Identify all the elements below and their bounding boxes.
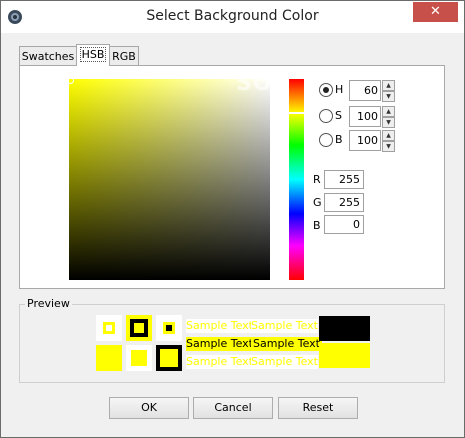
preview-yellow-block [319, 343, 370, 368]
brightness-spinner[interactable]: ▲ ▼ [382, 130, 395, 152]
sample-text-4: Sample Text [251, 337, 322, 351]
red-value: 255 [324, 170, 364, 189]
hue-slider-thumb[interactable] [288, 112, 305, 114]
hue-down-arrow-icon[interactable]: ▼ [382, 91, 395, 102]
saturation-down-arrow-icon[interactable]: ▼ [382, 117, 395, 128]
preview-swatch-1 [96, 315, 122, 341]
saturation-spinner[interactable]: ▲ ▼ [382, 106, 395, 128]
preview-swatch-6 [156, 345, 182, 371]
preview-swatch-3 [156, 315, 182, 341]
reset-button[interactable]: Reset [278, 397, 358, 419]
dialog-window: Select Background Color ✕ Swatches HSB R… [0, 0, 465, 438]
brightness-label: B [335, 133, 343, 146]
preview-swatch-4 [96, 345, 122, 371]
sample-text-1: Sample Text [186, 319, 253, 333]
preview-title: Preview [25, 297, 72, 310]
close-button[interactable]: ✕ [413, 2, 458, 22]
radio-saturation[interactable] [319, 109, 333, 123]
sample-text-3: Sample Text [186, 337, 255, 351]
preview-swatch-5 [126, 345, 152, 371]
blue-label: B [313, 219, 321, 232]
title-bar[interactable]: Select Background Color ✕ [1, 1, 464, 33]
red-label: R [313, 173, 321, 186]
tab-hsb-label: HSB [79, 47, 107, 62]
blue-value: 0 [324, 215, 364, 234]
brightness-up-arrow-icon[interactable]: ▲ [382, 130, 395, 141]
sb-cursor[interactable] [67, 77, 74, 84]
saturation-up-arrow-icon[interactable]: ▲ [382, 106, 395, 117]
tab-rgb[interactable]: RGB [109, 46, 139, 66]
brightness-input[interactable]: 100 [349, 130, 381, 151]
sample-text-6: Sample Text [251, 355, 318, 369]
saturation-brightness-field[interactable] [69, 79, 270, 280]
hue-input[interactable]: 60 [349, 80, 381, 101]
saturation-label: S [335, 109, 342, 122]
sample-text-5: Sample Text [186, 355, 253, 369]
preview-swatch-2 [126, 315, 152, 341]
hue-label: H [335, 83, 344, 96]
sample-text-2: Sample Text [251, 319, 318, 333]
tab-rgb-label: RGB [112, 50, 136, 63]
brightness-down-arrow-icon[interactable]: ▼ [382, 141, 395, 152]
hue-slider[interactable] [289, 79, 304, 280]
tab-swatches[interactable]: Swatches [19, 46, 77, 66]
close-icon: ✕ [430, 4, 441, 19]
green-value: 255 [324, 193, 364, 212]
hue-up-arrow-icon[interactable]: ▲ [382, 80, 395, 91]
green-label: G [313, 196, 322, 209]
window-title: Select Background Color [146, 8, 319, 24]
cancel-button[interactable]: Cancel [193, 397, 273, 419]
tab-hsb[interactable]: HSB [76, 44, 110, 66]
tab-swatches-label: Swatches [21, 50, 75, 63]
hue-spinner[interactable]: ▲ ▼ [382, 80, 395, 102]
saturation-input[interactable]: 100 [349, 106, 381, 127]
radio-hue[interactable] [319, 83, 333, 97]
preview-black-block [319, 316, 370, 341]
radio-brightness[interactable] [319, 133, 333, 147]
ok-button[interactable]: OK [109, 397, 189, 419]
